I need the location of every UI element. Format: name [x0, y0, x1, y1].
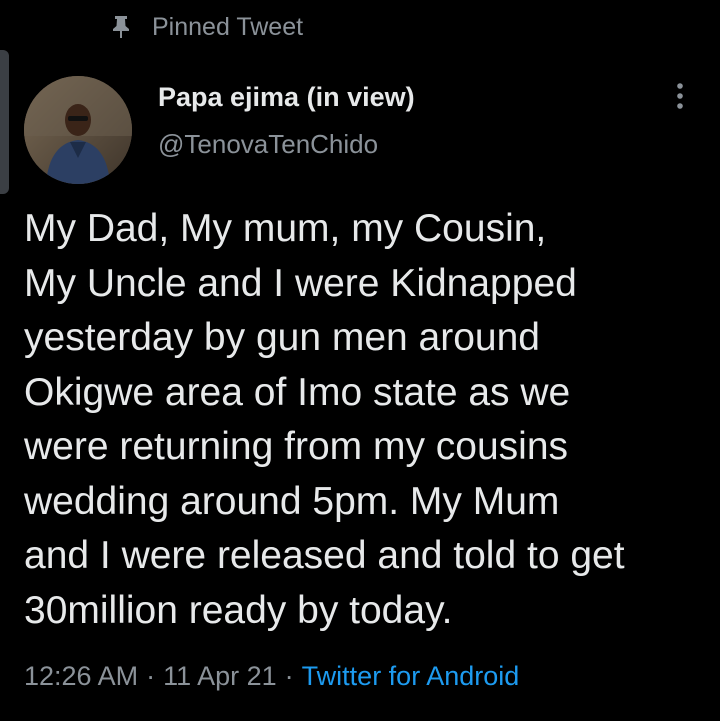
pin-icon — [110, 14, 132, 40]
pinned-tweet-header: Pinned Tweet — [110, 10, 303, 44]
tweet-metadata: 12:26 AM · 11 Apr 21 · Twitter for Android — [24, 656, 519, 696]
author-handle[interactable]: @TenovaTenChido — [158, 127, 415, 161]
author-block[interactable]: Papa ejima (in view) @TenovaTenChido — [158, 80, 415, 161]
scroll-edge-indicator — [0, 50, 9, 194]
tweet-time: 12:26 AM — [24, 661, 139, 691]
display-name[interactable]: Papa ejima (in view) — [158, 80, 415, 114]
tweet-date[interactable]: 11 Apr 21 — [163, 661, 277, 691]
tweet-text: My Dad, My mum, my Cousin, My Uncle and … — [24, 207, 625, 632]
meta-separator: · — [146, 661, 156, 691]
avatar[interactable] — [24, 76, 132, 184]
more-options-button[interactable] — [664, 82, 696, 114]
tweet-source-link[interactable]: Twitter for Android — [302, 661, 520, 691]
meta-separator: · — [284, 661, 294, 691]
pinned-label: Pinned Tweet — [152, 12, 304, 41]
more-vertical-icon — [675, 82, 685, 115]
